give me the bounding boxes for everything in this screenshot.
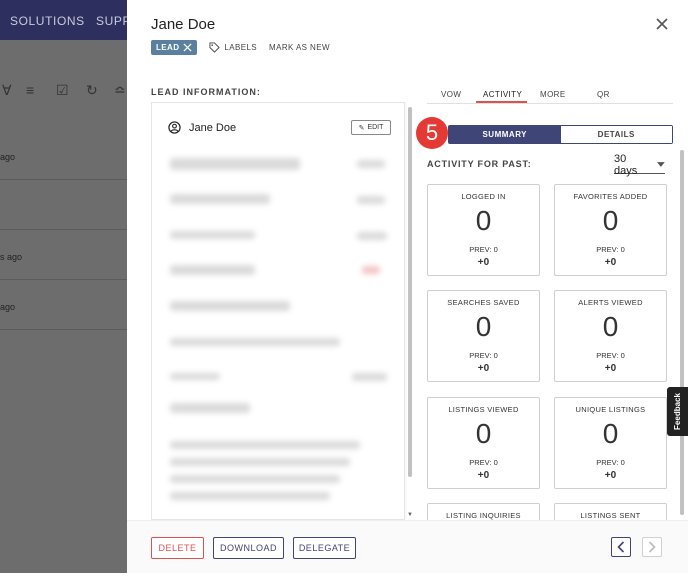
drawer-footer: DELETE DOWNLOAD DELEGATE bbox=[127, 520, 688, 573]
blurred-field bbox=[170, 301, 290, 311]
right-scrollbar-thumb[interactable] bbox=[680, 150, 684, 515]
refresh-icon[interactable]: ↻ bbox=[86, 82, 98, 99]
scroll-down-arrow-icon[interactable]: ▼ bbox=[407, 512, 413, 518]
blurred-field bbox=[170, 441, 360, 449]
labels-button[interactable]: LABELS bbox=[209, 41, 257, 53]
blurred-field bbox=[170, 158, 300, 170]
blurred-field bbox=[170, 403, 250, 413]
list-item[interactable]: ago bbox=[0, 130, 140, 180]
sort-icon[interactable]: ≡ bbox=[26, 82, 34, 98]
list-item[interactable]: s ago bbox=[0, 230, 140, 280]
lead-drawer: Jane Doe LEAD LABELS MARK AS NEW LEAD IN… bbox=[127, 0, 688, 573]
blurred-field bbox=[362, 266, 380, 274]
blurred-field bbox=[170, 492, 330, 500]
blurred-field bbox=[170, 231, 255, 239]
lead-information-heading: LEAD INFORMATION: bbox=[151, 87, 261, 97]
previous-lead-button[interactable] bbox=[611, 537, 631, 557]
left-scrollbar-thumb[interactable] bbox=[408, 107, 412, 477]
pencil-icon: ✎ bbox=[358, 124, 365, 132]
lead-info-card: Jane Doe ✎ EDIT bbox=[151, 102, 405, 520]
activity-stats: LOGGED IN 0 PREV: 0 +0 FAVORITES ADDED 0… bbox=[427, 180, 681, 520]
tab-more[interactable]: MORE bbox=[540, 90, 566, 99]
checklist-icon[interactable]: ☑ bbox=[56, 82, 69, 99]
stat-card-listings-sent: LISTINGS SENT bbox=[554, 503, 667, 520]
stat-card-logged-in: LOGGED IN 0 PREV: 0 +0 bbox=[427, 184, 540, 276]
tag-icon bbox=[209, 41, 221, 53]
edit-button[interactable]: ✎ EDIT bbox=[351, 120, 391, 135]
nav-item-support[interactable]: SUPP bbox=[96, 14, 131, 28]
tab-activity[interactable]: ACTIVITY bbox=[483, 90, 522, 99]
person-name: Jane Doe bbox=[189, 121, 237, 134]
list-item[interactable] bbox=[0, 180, 140, 230]
background-toolbar: ∀ ≡ ☑ ↻ ≏ bbox=[0, 76, 140, 104]
person-header: Jane Doe bbox=[168, 121, 236, 134]
feedback-tab[interactable]: Feedback bbox=[667, 387, 688, 436]
nav-item-solutions[interactable]: SOLUTIONS bbox=[10, 14, 85, 28]
blurred-field bbox=[170, 194, 270, 204]
delete-button[interactable]: DELETE bbox=[151, 537, 204, 559]
summary-details-toggle: SUMMARY DETAILS bbox=[448, 125, 673, 144]
step-marker: 5 bbox=[416, 117, 448, 149]
active-tab-indicator bbox=[476, 101, 527, 103]
blurred-field bbox=[357, 160, 385, 168]
details-toggle[interactable]: DETAILS bbox=[560, 126, 672, 143]
chevron-down-icon bbox=[657, 162, 665, 167]
blurred-field bbox=[357, 196, 385, 204]
stat-card-listing-inquiries: LISTING INQUIRIES bbox=[427, 503, 540, 520]
lead-info-panel: Jane Doe ✎ EDIT ▼ bbox=[151, 102, 413, 520]
blurred-field bbox=[170, 265, 255, 275]
blurred-field bbox=[170, 458, 350, 466]
tag-row: LEAD LABELS MARK AS NEW bbox=[151, 39, 330, 55]
chevron-left-icon bbox=[617, 541, 625, 553]
stat-card-favorites-added: FAVORITES ADDED 0 PREV: 0 +0 bbox=[554, 184, 667, 276]
stat-card-alerts-viewed: ALERTS VIEWED 0 PREV: 0 +0 bbox=[554, 290, 667, 382]
remove-tag-icon[interactable] bbox=[183, 42, 192, 52]
blurred-field bbox=[170, 338, 340, 346]
delegate-button[interactable]: DELEGATE bbox=[293, 537, 356, 559]
blurred-field bbox=[170, 373, 220, 380]
download-button[interactable]: DOWNLOAD bbox=[213, 537, 284, 559]
stat-card-unique-listings: UNIQUE LISTINGS 0 PREV: 0 +0 bbox=[554, 397, 667, 489]
account-icon bbox=[168, 121, 181, 134]
summary-toggle[interactable]: SUMMARY bbox=[449, 126, 561, 143]
mark-as-new-button[interactable]: MARK AS NEW bbox=[269, 43, 330, 52]
next-lead-button[interactable] bbox=[642, 537, 662, 557]
stat-card-searches-saved: SEARCHES SAVED 0 PREV: 0 +0 bbox=[427, 290, 540, 382]
stat-card-listings-viewed: LISTINGS VIEWED 0 PREV: 0 +0 bbox=[427, 397, 540, 489]
chevron-right-icon bbox=[648, 541, 656, 553]
blurred-field bbox=[357, 232, 387, 240]
tune-icon[interactable]: ≏ bbox=[114, 82, 126, 99]
blurred-field bbox=[352, 373, 387, 381]
tab-vow[interactable]: VOW bbox=[441, 90, 461, 99]
tab-qr[interactable]: QR bbox=[597, 90, 610, 99]
filter-icon[interactable]: ∀ bbox=[2, 82, 12, 99]
blurred-field bbox=[170, 475, 340, 483]
activity-period-label: ACTIVITY FOR PAST: bbox=[427, 159, 532, 169]
close-icon[interactable] bbox=[654, 16, 670, 32]
list-item[interactable]: ago bbox=[0, 280, 140, 330]
drawer-tabs: VOW ACTIVITY MORE QR bbox=[427, 88, 673, 104]
period-select[interactable]: 30 days bbox=[614, 153, 665, 177]
lead-badge: LEAD bbox=[151, 39, 198, 55]
drawer-title: Jane Doe bbox=[151, 16, 216, 33]
